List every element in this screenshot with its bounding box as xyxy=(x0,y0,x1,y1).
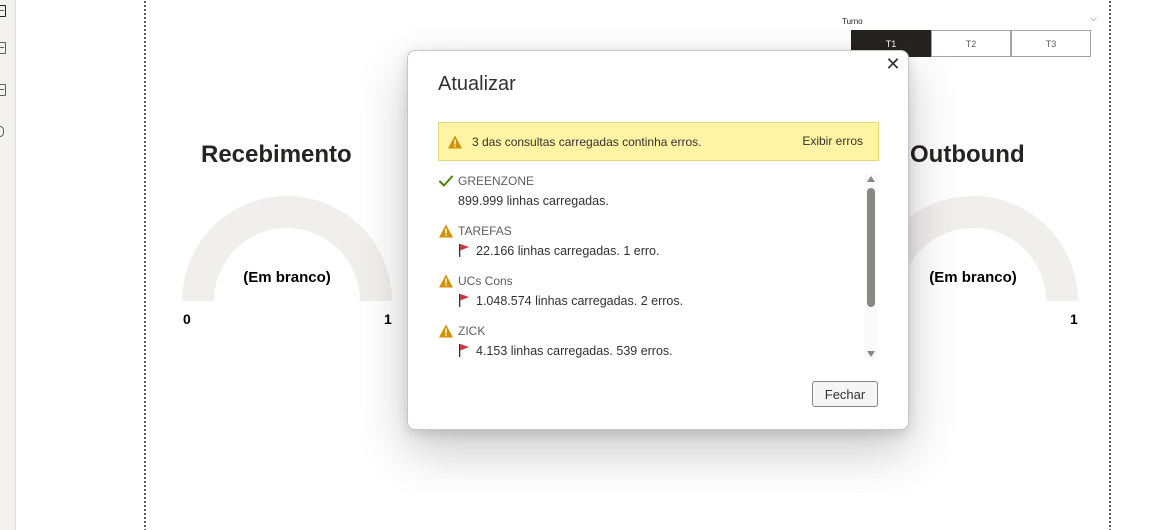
refresh-dialog: Atualizar ✕ 3 das consultas carregadas c… xyxy=(407,50,909,430)
list-scrollbar[interactable] xyxy=(865,173,877,359)
warning-icon xyxy=(438,223,454,239)
list-item: TAREFAS 22.166 linhas carregadas. 1 erro… xyxy=(438,223,858,263)
flag-icon[interactable] xyxy=(458,242,470,257)
gauge-max-outbound: 1 xyxy=(1070,311,1078,327)
model-view-icon[interactable] xyxy=(0,84,6,96)
gauge-title-outbound: Outbound xyxy=(910,141,1025,168)
warning-icon xyxy=(438,273,454,289)
close-button[interactable]: Fechar xyxy=(812,381,878,407)
error-banner: 3 das consultas carregadas continha erro… xyxy=(438,122,879,161)
query-detail: 899.999 linhas carregadas. xyxy=(458,194,609,208)
slicer-option-t3[interactable]: T3 xyxy=(1011,30,1091,57)
report-view-icon[interactable] xyxy=(0,5,6,17)
query-name: ZICK xyxy=(458,324,486,338)
gauge-recebimento xyxy=(182,196,392,301)
list-item: UCs Cons 1.048.574 linhas carregadas. 2 … xyxy=(438,273,858,313)
gauge-min-recebimento: 0 xyxy=(183,311,191,327)
warning-icon xyxy=(438,323,454,339)
gauge-title-recebimento: Recebimento xyxy=(201,141,352,168)
slicer-option-t2[interactable]: T2 xyxy=(931,30,1011,57)
scroll-thumb[interactable] xyxy=(867,188,875,307)
query-detail: 22.166 linhas carregadas. 1 erro. xyxy=(476,244,660,258)
query-name: GREENZONE xyxy=(458,174,535,188)
slicer-title: Turno xyxy=(842,17,863,26)
list-item: ZICK 4.153 linhas carregadas. 539 erros. xyxy=(438,323,858,363)
checkmark-icon xyxy=(438,173,454,189)
report-canvas-area: Turno ⌵ T1 T2 T3 Recebimento (Em branco)… xyxy=(0,0,1160,530)
gauge-max-recebimento: 1 xyxy=(384,311,392,327)
query-detail: 1.048.574 linhas carregadas. 2 erros. xyxy=(476,294,684,308)
flag-icon[interactable] xyxy=(458,292,470,307)
scroll-down-icon[interactable] xyxy=(867,351,875,357)
left-nav-rail xyxy=(0,0,16,530)
warning-icon xyxy=(447,134,463,150)
flag-icon[interactable] xyxy=(458,342,470,357)
dax-query-icon[interactable] xyxy=(0,126,4,137)
query-name: TAREFAS xyxy=(458,224,512,238)
query-list: GREENZONE 899.999 linhas carregadas. TAR… xyxy=(438,173,858,359)
dialog-title: Atualizar xyxy=(438,73,516,95)
list-item: GREENZONE 899.999 linhas carregadas. xyxy=(438,173,858,213)
close-icon[interactable]: ✕ xyxy=(882,54,904,76)
banner-message: 3 das consultas carregadas continha erro… xyxy=(472,134,702,149)
show-errors-link[interactable]: Exibir erros xyxy=(802,134,863,148)
gauge-value-recebimento: (Em branco) xyxy=(243,269,331,286)
chevron-down-icon[interactable]: ⌵ xyxy=(1090,14,1097,24)
scroll-up-icon[interactable] xyxy=(867,176,875,182)
table-view-icon[interactable] xyxy=(0,42,6,54)
query-detail: 4.153 linhas carregadas. 539 erros. xyxy=(476,344,673,358)
query-name: UCs Cons xyxy=(458,274,513,288)
